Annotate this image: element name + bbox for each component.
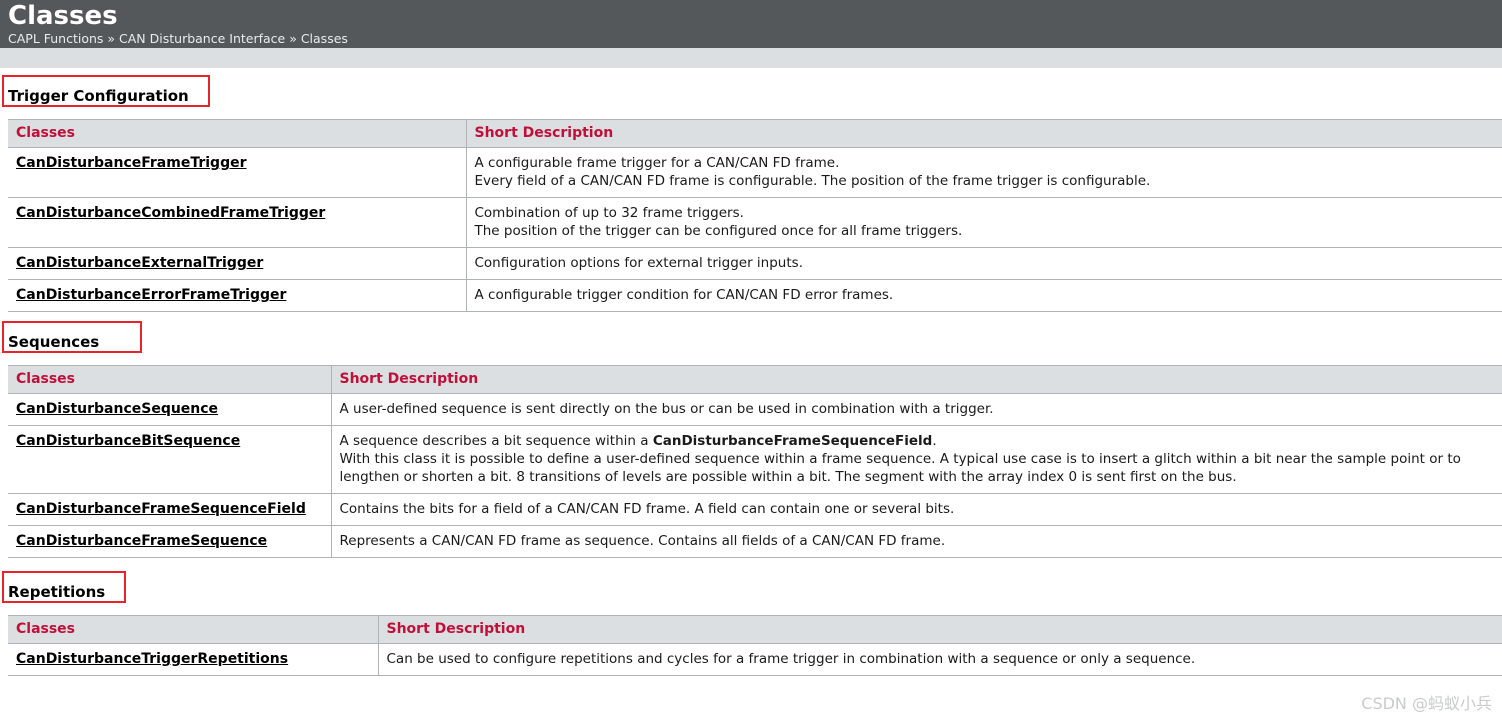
description-line: The position of the trigger can be confi…: [474, 223, 963, 239]
column-header-short-description: Short Description: [378, 615, 1502, 644]
class-link[interactable]: CanDisturbanceExternalTrigger: [16, 255, 263, 271]
sections-container: Trigger Configuration Classes Short Descri…: [0, 75, 1502, 676]
class-name-cell: CanDisturbanceFrameSequenceField: [8, 493, 332, 526]
class-name-cell: CanDisturbanceCombinedFrameTrigger: [8, 197, 467, 248]
class-link[interactable]: CanDisturbanceFrameTrigger: [16, 155, 247, 171]
table-row: CanDisturbanceExternalTrigger Configurati…: [8, 247, 1502, 280]
header-subbar: [0, 48, 1502, 68]
section-heading-wrap: Repetitions: [2, 571, 126, 603]
table-row: CanDisturbanceBitSequence A sequence desc…: [8, 425, 1502, 494]
column-header-short-description: Short Description: [466, 119, 1502, 148]
class-link[interactable]: CanDisturbanceTriggerRepetitions: [16, 651, 288, 667]
description-line: A user-defined sequence is sent directly…: [339, 401, 994, 417]
class-name-cell: CanDisturbanceTriggerRepetitions: [8, 643, 379, 676]
short-description-cell: A configurable frame trigger for a CAN/C…: [466, 147, 1502, 198]
description-line: A sequence describes a bit sequence with…: [339, 433, 937, 449]
section-heading: Repetitions: [8, 583, 106, 601]
section: Sequences Classes Short Description CanDist…: [0, 321, 1502, 558]
short-description-cell: A configurable trigger condition for CAN…: [466, 279, 1502, 312]
classes-table: Classes Short Description CanDisturbanceSe…: [8, 365, 1502, 558]
class-name-cell: CanDisturbanceSequence: [8, 393, 332, 426]
table-row: CanDisturbanceFrameSequenceField Contains…: [8, 493, 1502, 526]
description-line: A configurable frame trigger for a CAN/C…: [474, 155, 840, 171]
page-title: Classes: [8, 1, 118, 31]
table-row: CanDisturbanceTriggerRepetitions Can be u…: [8, 643, 1502, 676]
description-line: Contains the bits for a field of a CAN/C…: [339, 501, 955, 517]
class-link[interactable]: CanDisturbanceErrorFrameTrigger: [16, 287, 286, 303]
class-name-cell: CanDisturbanceExternalTrigger: [8, 247, 467, 280]
description-line: A configurable trigger condition for CAN…: [474, 287, 894, 303]
description-line: With this class it is possible to define…: [339, 451, 1461, 485]
class-link[interactable]: CanDisturbanceCombinedFrameTrigger: [16, 205, 325, 221]
table-row: CanDisturbanceCombinedFrameTrigger Combin…: [8, 197, 1502, 248]
section-heading-wrap: Trigger Configuration: [2, 75, 210, 107]
class-link[interactable]: CanDisturbanceBitSequence: [16, 433, 240, 449]
breadcrumb[interactable]: CAPL Functions » CAN Disturbance Interfa…: [8, 31, 1502, 47]
short-description-cell: A sequence describes a bit sequence with…: [331, 425, 1502, 494]
class-link[interactable]: CanDisturbanceSequence: [16, 401, 218, 417]
section-heading: Sequences: [8, 333, 100, 351]
table-row: CanDisturbanceSequence A user-defined seq…: [8, 393, 1502, 426]
table-row: CanDisturbanceFrameTrigger A configurable…: [8, 147, 1502, 198]
description-line: Configuration options for external trigg…: [474, 255, 803, 271]
section-heading-wrap: Sequences: [2, 321, 142, 353]
csdn-watermark: CSDN @蚂蚁小兵: [1361, 694, 1492, 713]
table-header-row: Classes Short Description: [8, 365, 1502, 394]
classes-table: Classes Short Description CanDisturbanceTr…: [8, 615, 1502, 676]
description-line: Represents a CAN/CAN FD frame as sequenc…: [339, 533, 946, 549]
class-name-cell: CanDisturbanceBitSequence: [8, 425, 332, 494]
classes-table: Classes Short Description CanDisturbanceFr…: [8, 119, 1502, 312]
description-line: Can be used to configure repetitions and…: [386, 651, 1196, 667]
class-link[interactable]: CanDisturbanceFrameSequence: [16, 533, 267, 549]
table-row: CanDisturbanceFrameSequence Represents a …: [8, 525, 1502, 558]
section-heading: Trigger Configuration: [8, 87, 189, 105]
page-header: Classes CAPL Functions » CAN Disturbance…: [0, 0, 1502, 48]
short-description-cell: Represents a CAN/CAN FD frame as sequenc…: [331, 525, 1502, 558]
column-header-classes: Classes: [8, 365, 332, 394]
short-description-cell: A user-defined sequence is sent directly…: [331, 393, 1502, 426]
short-description-cell: Configuration options for external trigg…: [466, 247, 1502, 280]
class-link[interactable]: CanDisturbanceFrameSequenceField: [16, 501, 306, 517]
short-description-cell: Combination of up to 32 frame triggers. T…: [466, 197, 1502, 248]
section: Repetitions Classes Short Description CanDi…: [0, 571, 1502, 676]
class-name-cell: CanDisturbanceFrameTrigger: [8, 147, 467, 198]
table-header-row: Classes Short Description: [8, 615, 1502, 644]
column-header-classes: Classes: [8, 119, 467, 148]
class-name-cell: CanDisturbanceFrameSequence: [8, 525, 332, 558]
table-header-row: Classes Short Description: [8, 119, 1502, 148]
column-header-classes: Classes: [8, 615, 379, 644]
table-row: CanDisturbanceErrorFrameTrigger A configu…: [8, 279, 1502, 312]
column-header-short-description: Short Description: [331, 365, 1502, 394]
class-name-cell: CanDisturbanceErrorFrameTrigger: [8, 279, 467, 312]
description-line: Combination of up to 32 frame triggers.: [474, 205, 744, 221]
short-description-cell: Can be used to configure repetitions and…: [378, 643, 1502, 676]
section: Trigger Configuration Classes Short Descri…: [0, 75, 1502, 312]
short-description-cell: Contains the bits for a field of a CAN/C…: [331, 493, 1502, 526]
description-line: Every field of a CAN/CAN FD frame is con…: [474, 173, 1151, 189]
